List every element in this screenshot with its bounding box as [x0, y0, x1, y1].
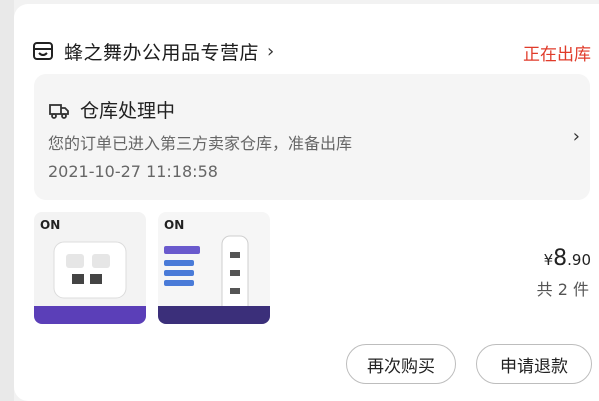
order-status: 正在出库: [523, 45, 591, 65]
item-count: 共 2 件: [536, 280, 589, 299]
warehouse-row: 仓库处理中: [48, 96, 175, 123]
background-strip: [0, 0, 14, 401]
order-price: ¥8.90: [544, 246, 591, 271]
product-brand: ON: [40, 218, 61, 232]
logistics-status-box[interactable]: 仓库处理中 您的订单已进入第三方卖家仓库，准备出库 2021-10-27 11:…: [34, 74, 590, 200]
shop-header[interactable]: 蜂之舞办公用品专营店 ›: [32, 36, 593, 66]
refund-button[interactable]: 申请退款: [476, 344, 592, 384]
product-thumbnail[interactable]: ON: [158, 212, 270, 324]
logistics-timestamp: 2021-10-27 11:18:58: [48, 162, 218, 181]
price-decimal: .90: [567, 251, 591, 269]
chevron-right-icon[interactable]: ›: [267, 41, 274, 62]
order-card[interactable]: 蜂之舞办公用品专营店 › 正在出库 仓库处理中 您的订单已进入第三方卖家仓库，准…: [14, 4, 599, 401]
logistics-description: 您的订单已进入第三方卖家仓库，准备出库: [48, 134, 353, 153]
price-integer: 8: [553, 246, 568, 271]
chevron-right-icon[interactable]: ›: [573, 126, 580, 147]
price-currency: ¥: [543, 251, 554, 269]
logistics-title: 仓库处理中: [80, 100, 176, 122]
truck-icon: [48, 99, 70, 121]
store-icon: [32, 40, 54, 62]
shop-name[interactable]: 蜂之舞办公用品专营店: [64, 38, 259, 65]
rebuy-button[interactable]: 再次购买: [346, 344, 456, 384]
product-thumbnail[interactable]: ON: [34, 212, 146, 324]
product-brand: ON: [164, 218, 185, 232]
